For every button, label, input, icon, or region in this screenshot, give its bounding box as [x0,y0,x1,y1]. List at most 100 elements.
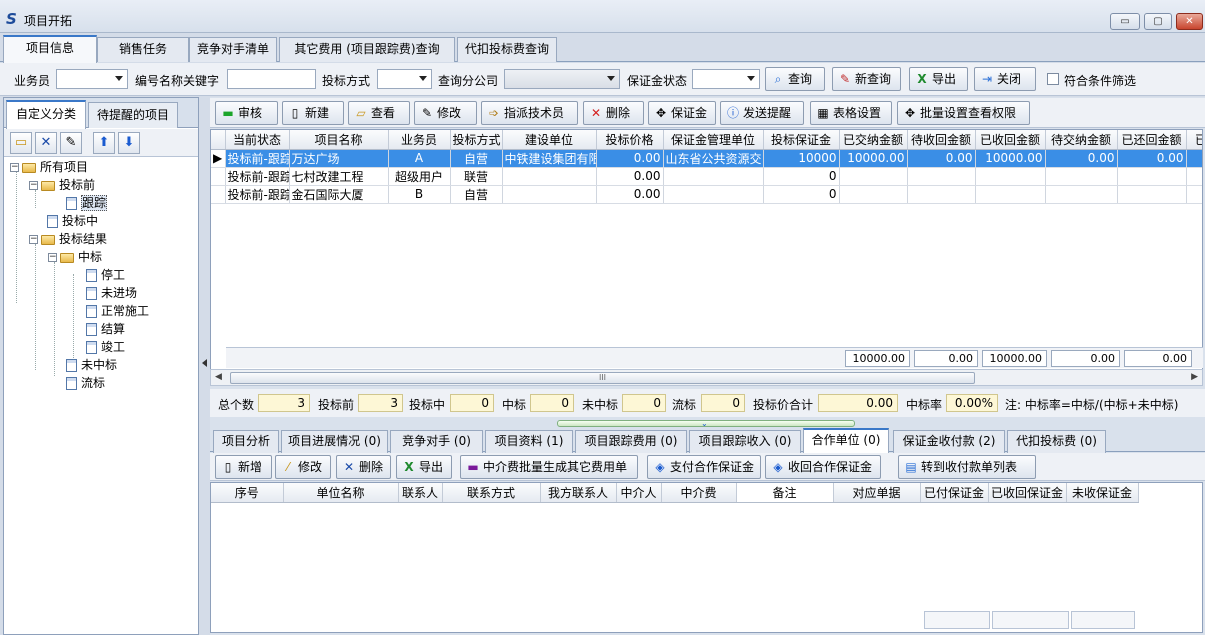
tree-node-completed[interactable]: 竣工 [86,338,125,356]
filter-checkbox[interactable] [1047,73,1059,85]
tab-bid-fee-deduction[interactable]: 代扣投标费 (0) [1007,430,1106,453]
add-button[interactable]: ▯ 新增 [215,455,272,479]
tab-project-analysis[interactable]: 项目分析 [213,430,279,453]
close-button[interactable]: ⇥ 关闭 [974,67,1036,91]
tree-node-won[interactable]: − 中标 [48,248,102,266]
bottom-export-button[interactable]: X 导出 [396,455,452,479]
tree-node-results[interactable]: − 投标结果 [29,230,107,248]
column-header[interactable]: 已还回金额 [1117,130,1187,150]
column-header[interactable]: 我方联系人 [540,483,617,503]
view-button[interactable]: ▱ 查看 [348,101,410,125]
deposit-button[interactable]: ✥ 保证金 [648,101,716,125]
column-header[interactable]: 已交纳金额 [839,130,908,150]
column-header[interactable]: 待收回金额 [907,130,976,150]
tab-tracking-income[interactable]: 项目跟踪收入 (0) [689,430,801,453]
column-header[interactable]: 对应单据 [833,483,921,503]
branch-select[interactable] [504,69,620,89]
goto-payment-list-button[interactable]: ▤ 转到收付款单列表 [898,455,1036,479]
minimize-button[interactable]: ▭ [1110,13,1140,30]
column-header[interactable]: 序号 [211,483,284,503]
column-header[interactable]: 备注 [736,483,834,503]
scroll-thumb[interactable]: III [230,372,975,384]
tab-custom-category[interactable]: 自定义分类 [6,100,86,129]
arrow-up-icon[interactable]: ⬆ [93,132,115,154]
modify-button[interactable]: ⁄ 修改 [275,455,331,479]
tree-node-all[interactable]: − 所有项目 [10,158,88,176]
batch-permission-button[interactable]: ✥ 批量设置查看权限 [897,101,1030,125]
column-header[interactable]: 单位名称 [283,483,399,503]
restore-button[interactable]: ▢ [1144,13,1172,30]
vertical-splitter[interactable]: ⌄ [557,419,855,428]
new-button[interactable]: ▯ 新建 [282,101,344,125]
tree-node-failed[interactable]: 流标 [66,374,105,392]
tab-sales-tasks[interactable]: 销售任务 [97,37,189,62]
delete-icon[interactable]: ✕ [35,132,57,154]
audit-button[interactable]: ▬ 审核 [215,101,278,125]
send-reminder-button[interactable]: ⓘ 发送提醒 [720,101,804,125]
tab-deposit-payments[interactable]: 保证金收付款 (2) [893,430,1005,453]
tree-node-normal[interactable]: 正常施工 [86,302,149,320]
column-header[interactable]: 未收保证金 [1066,483,1139,503]
tab-documents[interactable]: 项目资料 (1) [485,430,573,453]
tree-node-lost[interactable]: 未中标 [66,356,117,374]
tree-node-bidding[interactable]: 投标中 [47,212,98,230]
tab-partners[interactable]: 合作单位 (0) [803,428,889,454]
column-header[interactable]: 已收回金额 [975,130,1046,150]
column-header[interactable]: 业务员 [388,130,451,150]
table-row[interactable]: ▶ 投标前-跟踪 万达广场 A 自营 中铁建设集团有限 0.00 山东省公共资源… [211,149,1202,168]
tree-node-stopped[interactable]: 停工 [86,266,125,284]
column-header[interactable]: 建设单位 [502,130,597,150]
delete-button[interactable]: ✕ 删除 [583,101,644,125]
table-row[interactable]: 投标前-跟踪 金石国际大厦 B 自营 0.00 0 [211,185,1202,204]
column-header[interactable]: 已付保证金 [920,483,989,503]
column-header[interactable]: 投标保证金 [763,130,840,150]
column-header[interactable]: 中介费 [661,483,737,503]
tree-node-tracking[interactable]: 跟踪 [66,194,108,212]
remove-button[interactable]: ✕ 删除 [336,455,391,479]
tab-competitors[interactable]: 竞争对手清单 [189,37,277,62]
column-header[interactable]: 项目名称 [289,130,389,150]
column-header[interactable]: 投标价格 [596,130,664,150]
tab-progress[interactable]: 项目进展情况 (0) [281,430,388,453]
edit-icon[interactable]: ✎ [60,132,82,154]
add-folder-icon[interactable]: ▭ [10,132,32,154]
column-header[interactable]: 已 [1186,130,1202,150]
tab-reminder-projects[interactable]: 待提醒的项目 [88,102,178,128]
scroll-right-icon[interactable]: ▶ [1191,372,1198,382]
table-row[interactable]: 投标前-跟踪 七村改建工程 超级用户 联营 0.00 0 [211,167,1202,186]
tree-node-not-entered[interactable]: 未进场 [86,284,137,302]
new-query-button[interactable]: ✎ 新查询 [832,67,901,91]
column-header[interactable]: 已收回保证金 [988,483,1067,503]
arrow-down-icon[interactable]: ⬇ [118,132,140,154]
recover-deposit-button[interactable]: ◈ 收回合作保证金 [765,455,881,479]
pay-deposit-button[interactable]: ◈ 支付合作保证金 [647,455,761,479]
column-header[interactable]: 联系方式 [442,483,541,503]
tab-project-info[interactable]: 项目信息 [3,35,97,63]
export-button[interactable]: X 导出 [909,67,968,91]
deposit-status-select[interactable] [692,69,760,89]
column-header[interactable]: 投标方式 [450,130,503,150]
panel-splitter[interactable] [200,97,209,635]
keyword-input[interactable] [227,69,316,89]
tab-bid-fee-query[interactable]: 代扣投标费查询 [457,37,557,62]
tree-node-pre-bid[interactable]: − 投标前 [29,176,95,194]
close-window-button[interactable]: ✕ [1176,13,1203,30]
tree-node-settlement[interactable]: 结算 [86,320,125,338]
column-header[interactable]: 中介人 [616,483,662,503]
tab-competitors-bottom[interactable]: 竞争对手 (0) [390,430,483,453]
tab-other-fees[interactable]: 其它费用 (项目跟踪费)查询 [279,37,455,62]
scroll-left-icon[interactable]: ◀ [215,372,222,382]
edit-button[interactable]: ✎ 修改 [414,101,477,125]
horizontal-scrollbar[interactable]: ◀ III ▶ [210,369,1203,386]
table-settings-button[interactable]: ▦ 表格设置 [810,101,892,125]
column-header[interactable]: 当前状态 [225,130,290,150]
column-header[interactable]: 待交纳金额 [1045,130,1118,150]
column-header[interactable]: 联系人 [398,483,443,503]
tab-tracking-fees[interactable]: 项目跟踪费用 (0) [575,430,687,453]
bid-method-select[interactable] [377,69,432,89]
salesperson-select[interactable] [56,69,128,89]
batch-agency-fee-button[interactable]: ▬ 中介费批量生成其它费用单 [460,455,638,479]
assign-technician-button[interactable]: ➩ 指派技术员 [481,101,578,125]
search-button[interactable]: ⌕ 查询 [765,67,825,91]
column-header[interactable]: 保证金管理单位 [663,130,764,150]
